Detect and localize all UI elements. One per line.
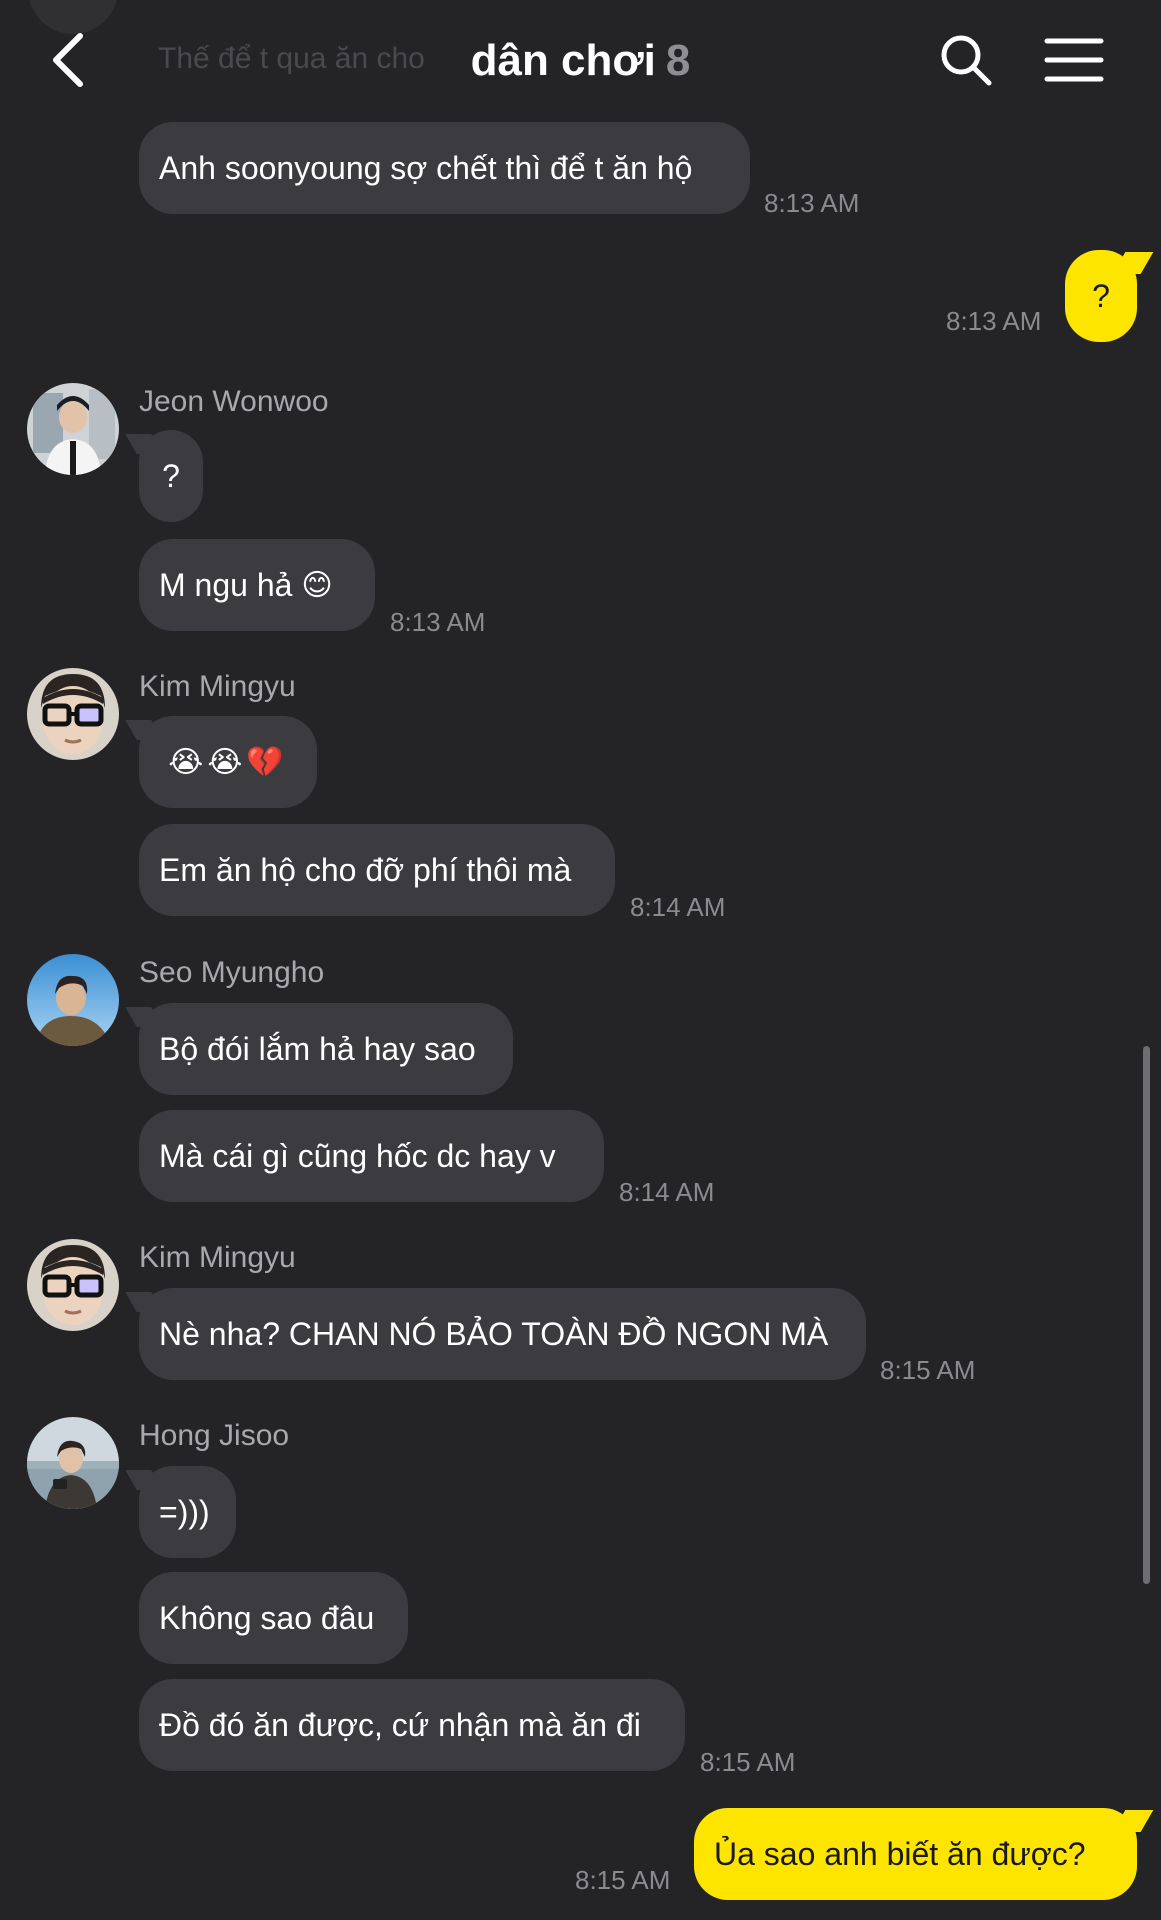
message-timestamp: 8:14 AM: [630, 892, 726, 922]
message-text: Đồ đó ăn được, cứ nhận mà ăn đi: [159, 1706, 641, 1743]
message-text: Ủa sao anh biết ăn được?: [714, 1835, 1086, 1872]
menu-button[interactable]: [1044, 36, 1104, 84]
avatar-kim-mingyu[interactable]: [27, 1239, 119, 1331]
message-timestamp: 8:13 AM: [946, 306, 1042, 336]
avatar-image: [27, 954, 119, 1046]
message-text: Em ăn hộ cho đỡ phí thôi mà: [159, 851, 572, 888]
sender-name: Jeon Wonwoo: [139, 385, 329, 418]
avatar-kim-mingyu[interactable]: [27, 668, 119, 760]
message-bubble[interactable]: Mà cái gì cũng hốc dc hay v: [139, 1110, 604, 1202]
message-text: M ngu hả: [159, 566, 302, 603]
crying-heartbreak-emojis: 😭😭💔: [168, 744, 288, 780]
message-text: Mà cái gì cũng hốc dc hay v: [159, 1137, 556, 1174]
chat-screen: Thế để t qua ăn cho dân chơi 8 Anh soonyo: [0, 0, 1161, 1920]
search-button[interactable]: [938, 32, 994, 88]
sender-name: Seo Myungho: [139, 956, 325, 989]
message-bubble[interactable]: M ngu hả 😊: [139, 539, 375, 631]
my-message-bubble[interactable]: ?: [1065, 250, 1137, 342]
message-bubble[interactable]: 😭😭💔: [139, 716, 317, 808]
message-bubble[interactable]: Đồ đó ăn được, cứ nhận mà ăn đi: [139, 1679, 685, 1771]
sender-name: Kim Mingyu: [139, 1241, 296, 1274]
message-bubble[interactable]: Em ăn hộ cho đỡ phí thôi mà: [139, 824, 615, 916]
member-count: 8: [665, 36, 691, 85]
message-text: Không sao đâu: [159, 1599, 375, 1636]
avatar-image: [27, 383, 119, 475]
message-timestamp: 8:14 AM: [619, 1177, 715, 1207]
message-text: ?: [1092, 277, 1110, 314]
message-timestamp: 8:15 AM: [880, 1355, 976, 1385]
message-timestamp: 8:13 AM: [390, 607, 486, 637]
message-bubble[interactable]: Bộ đói lắm hả hay sao: [139, 1003, 513, 1095]
avatar-image: [27, 1417, 119, 1509]
avatar-jeon-wonwoo[interactable]: [27, 383, 119, 475]
message-timestamp: 8:15 AM: [700, 1747, 796, 1777]
message-bubble[interactable]: Anh soonyoung sợ chết thì để t ăn hộ: [139, 122, 750, 214]
message-timestamp: 8:15 AM: [575, 1865, 671, 1895]
message-text: Nè nha? CHAN NÓ BẢO TOÀN ĐỒ NGON MÀ: [159, 1315, 829, 1352]
avatar-image: [27, 668, 119, 760]
message-bubble[interactable]: Nè nha? CHAN NÓ BẢO TOÀN ĐỒ NGON MÀ: [139, 1288, 866, 1380]
avatar-image: [27, 1239, 119, 1331]
message-timestamp: 8:13 AM: [764, 188, 860, 218]
message-text: Bộ đói lắm hả hay sao: [159, 1030, 476, 1067]
chat-title-text: dân chơi: [470, 36, 656, 85]
hamburger-menu-icon: [1044, 38, 1104, 82]
search-icon: [941, 35, 992, 86]
smile-emoji: 😊: [301, 567, 333, 603]
message-text: Anh soonyoung sợ chết thì để t ăn hộ: [159, 149, 693, 186]
scrollbar[interactable]: [1143, 1046, 1150, 1584]
message-bubble[interactable]: ?: [139, 430, 203, 522]
message-bubble[interactable]: Không sao đâu: [139, 1572, 408, 1664]
sender-name: Kim Mingyu: [139, 670, 296, 703]
message-bubble[interactable]: =))): [139, 1466, 236, 1558]
my-message-bubble[interactable]: Ủa sao anh biết ăn được?: [694, 1808, 1137, 1900]
message-text: =))): [159, 1493, 210, 1530]
avatar-seo-myungho[interactable]: [27, 954, 119, 1046]
chat-header: Thế để t qua ăn cho dân chơi 8: [0, 0, 1161, 120]
sender-name: Hong Jisoo: [139, 1419, 290, 1452]
message-text: ?: [162, 457, 180, 494]
avatar-hong-jisoo[interactable]: [27, 1417, 119, 1509]
